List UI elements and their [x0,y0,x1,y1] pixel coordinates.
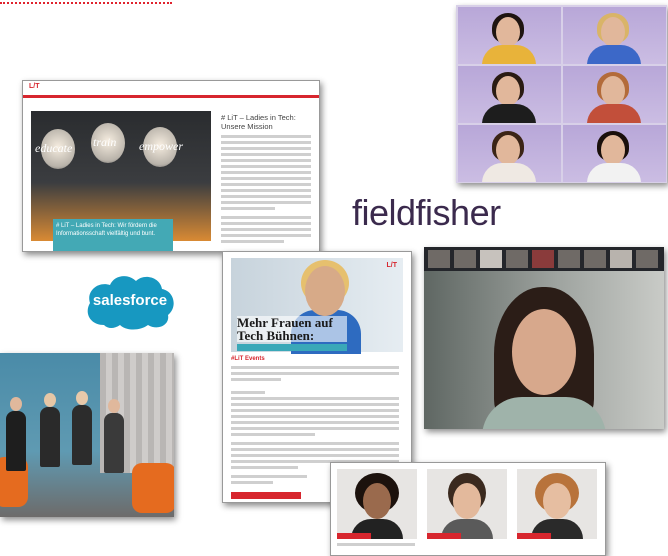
article-subtitle-bar [237,344,347,351]
speaker-face [512,309,576,395]
fieldfisher-logo: fieldfisher [352,192,501,233]
lit-logo: L/T [386,262,398,269]
webinar-video [424,247,664,429]
speaker-profiles [330,462,606,556]
article-card-mission: L/T educate train empower # LiT – Ladies… [22,80,320,252]
video-call-gallery [456,5,667,183]
lightbulb-image: educate train empower # LiT – Ladies in … [31,111,211,251]
salesforce-wordmark: salesforce [92,292,168,309]
salesforce-logo: salesforce [82,269,178,333]
article-image-caption: # LiT – Ladies in Tech: Wir fördern die … [53,219,173,251]
participant-strip [424,247,664,271]
video-tile [563,125,666,182]
profile-card[interactable] [427,469,507,539]
video-tile [458,125,561,182]
video-tile [563,7,666,64]
team-photo [0,353,174,517]
article-section-label: #LiT Events [231,356,265,362]
profile-card[interactable] [337,469,417,539]
profile-card[interactable] [517,469,597,539]
decorative-dotted-line [0,2,172,4]
video-tile [563,66,666,123]
lit-logo: L/T [29,83,40,90]
video-tile [458,66,561,123]
register-button[interactable] [231,492,301,499]
video-tile [458,7,561,64]
speaker-image: L/T Mehr Frauen auf Tech Bühnen: [231,258,403,354]
article-heading: # LiT – Ladies in Tech: Unsere Mission [221,113,296,131]
article-header-bar: L/T [23,81,319,98]
article-body-text [221,135,311,246]
article-title: Mehr Frauen auf Tech Bühnen: [237,316,347,342]
